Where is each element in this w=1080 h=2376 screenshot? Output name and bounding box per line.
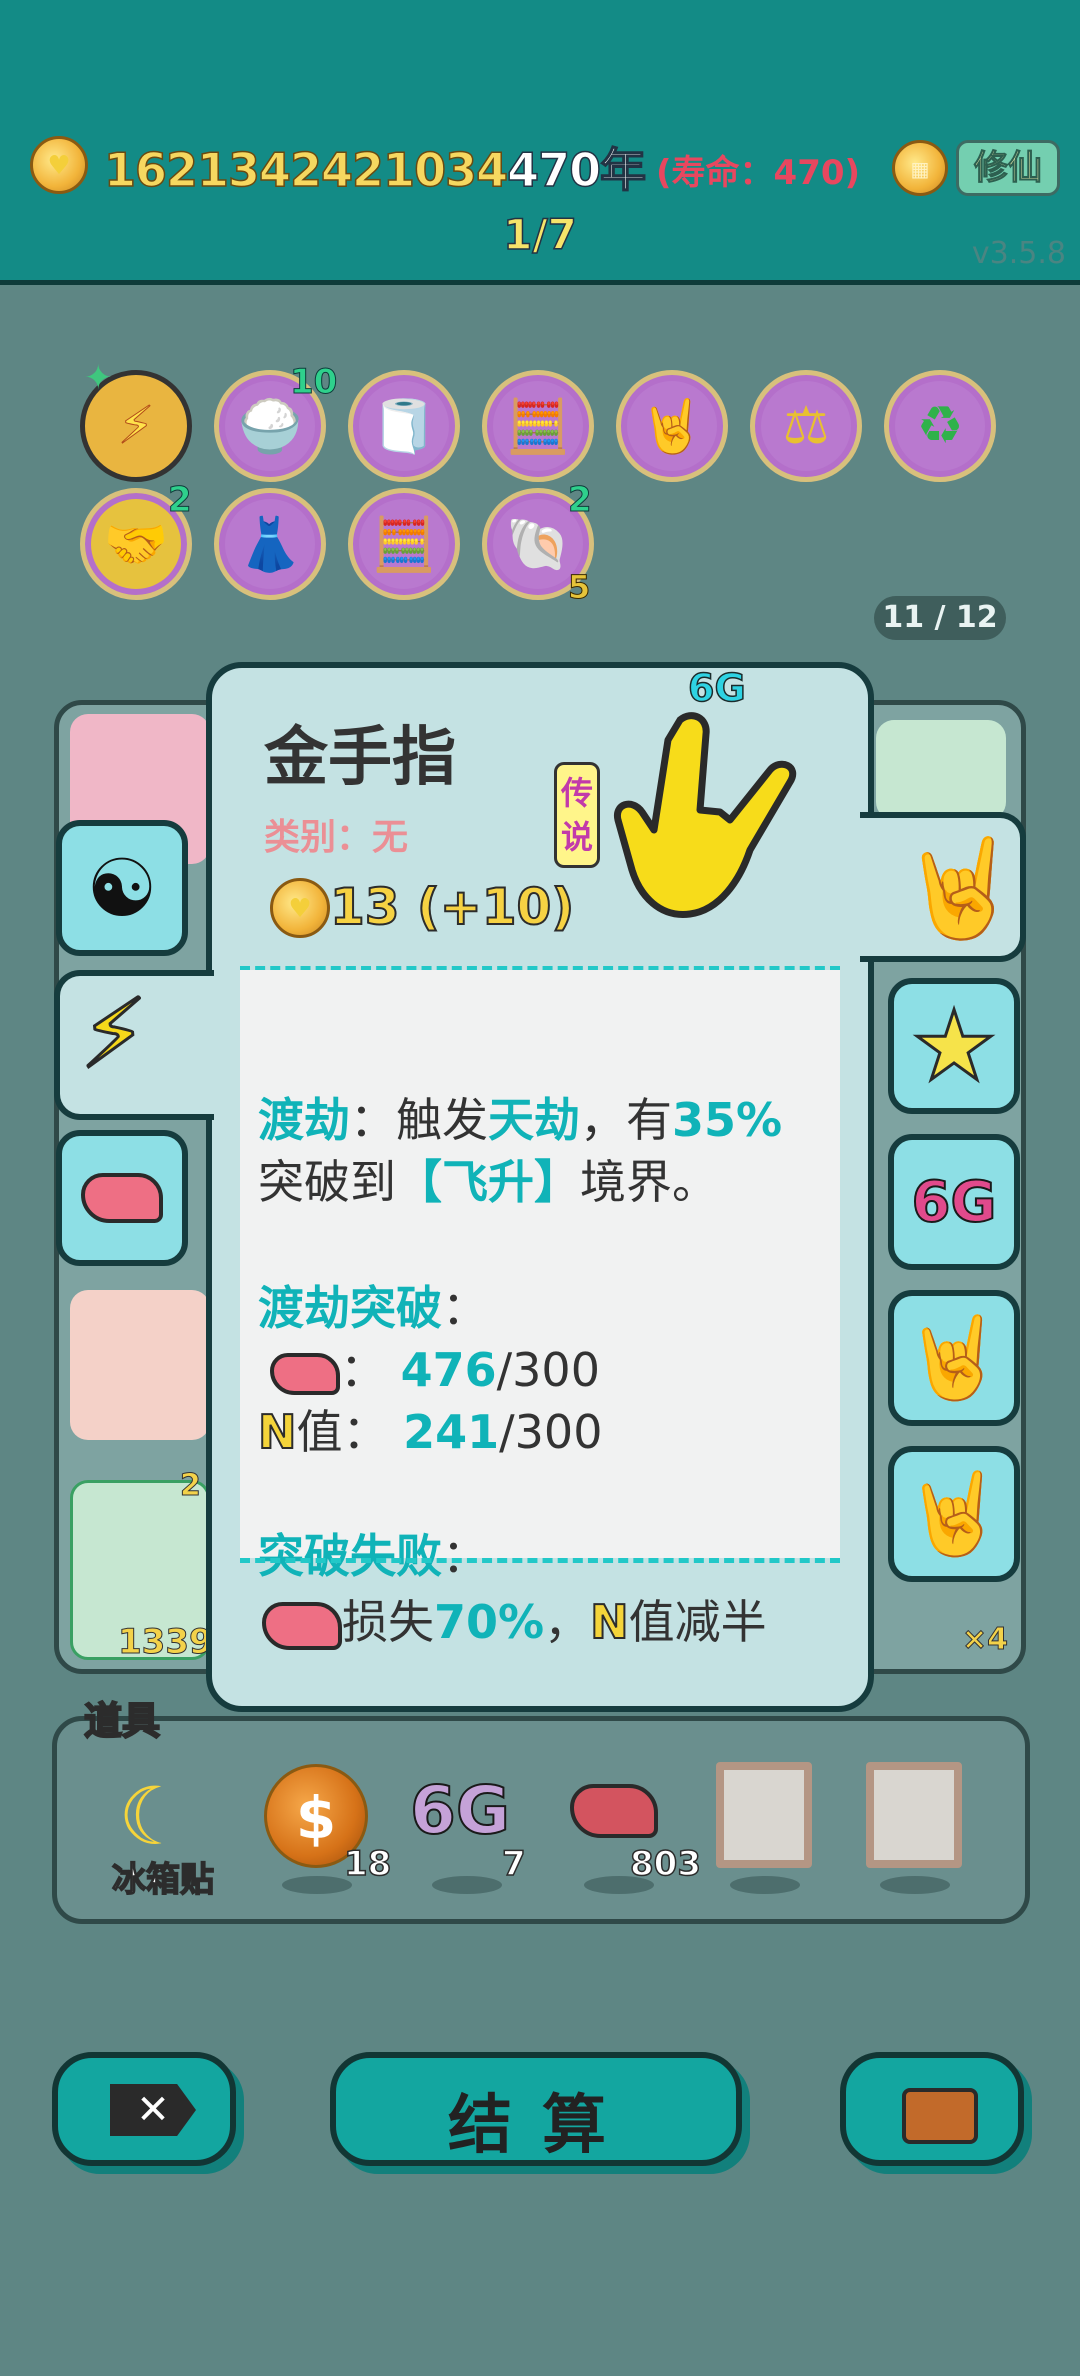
success-heading: 渡劫突破：: [258, 1281, 488, 1335]
bg-card: [70, 1290, 210, 1440]
n-requirement: N值： 241/300: [257, 1404, 603, 1460]
prop-shadow: [282, 1876, 352, 1894]
star-button[interactable]: ★: [888, 978, 1020, 1114]
balance-icon: ⚖: [782, 396, 830, 456]
yin-yang-button[interactable]: ☯: [56, 820, 188, 956]
skill-count: 10: [289, 362, 338, 403]
handshake-icon: 🤝: [103, 514, 169, 575]
6g-prop[interactable]: 6G: [409, 1771, 511, 1850]
briefcase-icon: [902, 2088, 978, 2144]
lifespan-label: (寿命：470): [656, 153, 861, 193]
skill-count: 2: [568, 480, 593, 521]
price-coin-icon: ♥: [270, 878, 330, 938]
bg-count: 1339: [118, 1622, 214, 1663]
coin-amount: 1621342421034: [103, 142, 509, 198]
rock-hand-white-icon: 🤘: [903, 1310, 1005, 1405]
rock-hand-yellow-icon[interactable]: 🤘: [899, 831, 1021, 945]
liver-prop[interactable]: [570, 1784, 658, 1838]
settle-button[interactable]: 结算: [330, 2052, 742, 2166]
fail-heading: 突破失败：: [258, 1529, 488, 1583]
tissue-box-icon: 🧻: [371, 396, 437, 457]
6g-button[interactable]: 6G: [888, 1134, 1020, 1270]
prop-shadow: [730, 1876, 800, 1894]
desc-line-1: 渡劫：触发天劫，有35%: [258, 1093, 783, 1147]
liver-icon: [270, 1352, 340, 1395]
item-price: 13 (+10): [329, 877, 575, 937]
item-title: 金手指: [264, 721, 456, 795]
close-button[interactable]: ✕: [52, 2052, 236, 2166]
bg-coin-count: 2: [180, 1468, 202, 1504]
lightning-icon: ⚡: [117, 396, 155, 457]
item-category: 类别：无: [264, 817, 409, 858]
prop-count: 7: [501, 1843, 526, 1885]
props-title: 道具: [83, 1698, 161, 1744]
bag-icon[interactable]: ▦: [892, 140, 948, 196]
rock-hand-skill[interactable]: 🤘: [616, 370, 728, 482]
prop-count: 803: [629, 1843, 701, 1885]
liver-requirement: ： 476/300: [270, 1334, 600, 1400]
empty-prop-slot[interactable]: [716, 1762, 812, 1868]
math-face-icon: 🧮: [371, 514, 437, 575]
golden-finger-icon: [613, 712, 796, 918]
divider: [240, 1558, 840, 1563]
prop-shadow: [432, 1876, 502, 1894]
liver-icon: [262, 1601, 342, 1650]
math-face-skill-2[interactable]: 🧮: [348, 488, 460, 600]
page-indicator: 11 / 12: [874, 596, 1006, 640]
cultivate-button[interactable]: 修仙: [956, 140, 1060, 196]
6g-icon: 6G: [911, 1169, 998, 1236]
currency-display: 1621342421034470年: [103, 134, 647, 200]
bg-card: [876, 720, 1006, 820]
liver-icon: [81, 1173, 163, 1223]
prop-label: 冰箱贴: [111, 1859, 215, 1901]
math-face-icon: 🧮: [505, 396, 571, 457]
settle-label: 结算: [448, 2089, 636, 2163]
prop-shadow: [880, 1876, 950, 1894]
recycle-skill[interactable]: ♻: [884, 370, 996, 482]
rarity-badge: 传说: [554, 762, 600, 868]
description-panel: [240, 970, 840, 1558]
rock-hand-brown-icon: 🤘: [903, 1466, 1005, 1561]
rice-bowl-icon: 🍚: [237, 396, 303, 457]
skill-sub-count: 5: [567, 568, 591, 607]
prop-count: 18: [343, 1843, 392, 1885]
white-hand-button[interactable]: 🤘: [888, 1290, 1020, 1426]
stage-indicator: 1/7: [502, 209, 577, 260]
balance-skill[interactable]: ⚖: [750, 370, 862, 482]
math-face-skill[interactable]: 🧮: [482, 370, 594, 482]
skirt-icon: 👗: [237, 514, 303, 575]
coin-icon: ♥: [30, 136, 88, 194]
close-icon: ✕: [110, 2084, 196, 2136]
tissue-box-skill[interactable]: 🧻: [348, 370, 460, 482]
shell-icon: 🐚: [505, 514, 571, 575]
fail-effect: 损失70%，N值减半: [262, 1586, 767, 1652]
version-label: v3.5.8: [971, 236, 1066, 271]
skirt-skill[interactable]: 👗: [214, 488, 326, 600]
recycle-icon: ♻: [916, 396, 964, 456]
moon-icon[interactable]: ☾: [118, 1770, 190, 1863]
rock-hand-icon: 🤘: [639, 396, 705, 457]
brown-hand-button[interactable]: 🤘: [888, 1446, 1020, 1582]
star-icon: ★: [909, 989, 998, 1104]
lightning-icon[interactable]: ⚡: [78, 977, 148, 1092]
bg-count: ×4: [961, 1622, 1009, 1658]
desc-line-2: 突破到【飞升】境界。: [258, 1155, 718, 1209]
liver-button[interactable]: [56, 1130, 188, 1266]
skill-count: 2: [168, 480, 193, 521]
empty-prop-slot[interactable]: [866, 1762, 962, 1868]
years-value: 470年: [506, 142, 647, 198]
pin-icon: ✦: [84, 358, 113, 398]
briefcase-button[interactable]: [840, 2052, 1024, 2166]
yin-yang-icon: ☯: [86, 841, 158, 935]
